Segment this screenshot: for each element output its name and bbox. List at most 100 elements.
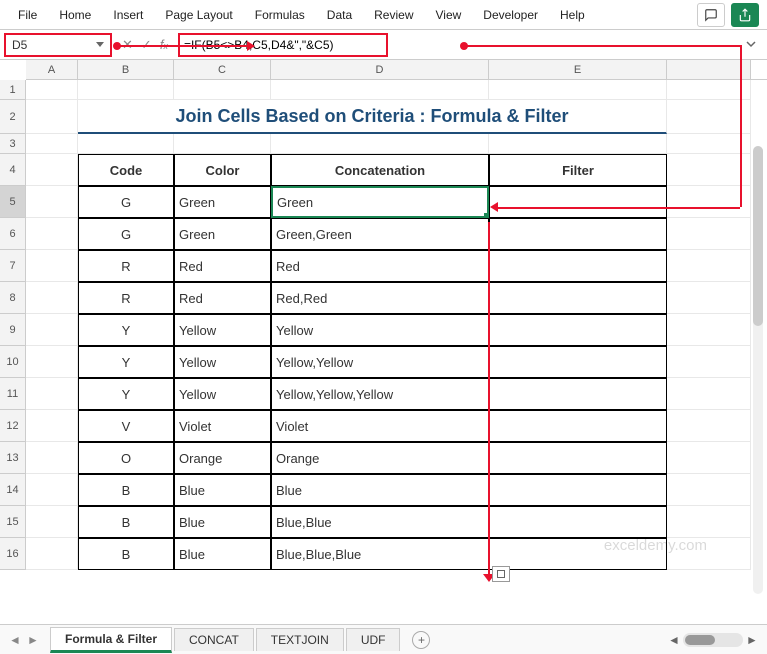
row-header[interactable]: 7 <box>0 250 26 282</box>
cell-filter[interactable] <box>489 314 667 346</box>
row-header[interactable]: 15 <box>0 506 26 538</box>
cell[interactable] <box>667 346 751 378</box>
cell[interactable] <box>667 218 751 250</box>
autofill-options-icon[interactable] <box>492 566 510 582</box>
column-header[interactable]: D <box>271 60 489 79</box>
row-header[interactable]: 16 <box>0 538 26 570</box>
cell-filter[interactable] <box>489 282 667 314</box>
cell[interactable] <box>667 250 751 282</box>
cell-color[interactable]: Yellow <box>174 378 271 410</box>
row-header[interactable]: 2 <box>0 100 26 134</box>
ribbon-tab-page-layout[interactable]: Page Layout <box>155 4 242 26</box>
scroll-left-icon[interactable]: ◄ <box>667 633 681 647</box>
cell[interactable] <box>26 538 78 570</box>
horizontal-scroll[interactable]: ◄ ► <box>667 633 759 647</box>
column-header[interactable]: E <box>489 60 667 79</box>
cell-color[interactable]: Green <box>174 186 271 218</box>
row-header[interactable]: 11 <box>0 378 26 410</box>
cell-concatenation[interactable]: Orange <box>271 442 489 474</box>
cell[interactable] <box>26 282 78 314</box>
cell[interactable] <box>489 134 667 154</box>
cell-concatenation[interactable]: Blue,Blue <box>271 506 489 538</box>
row-header[interactable]: 10 <box>0 346 26 378</box>
row-header[interactable]: 5 <box>0 186 26 218</box>
cell[interactable] <box>26 346 78 378</box>
header-color[interactable]: Color <box>174 154 271 186</box>
cell[interactable] <box>78 134 174 154</box>
cell-color[interactable]: Red <box>174 282 271 314</box>
cell-code[interactable]: B <box>78 538 174 570</box>
cell-code[interactable]: G <box>78 218 174 250</box>
column-header[interactable] <box>667 60 751 79</box>
cell[interactable] <box>26 314 78 346</box>
sheet-tab-textjoin[interactable]: TEXTJOIN <box>256 628 344 651</box>
row-header[interactable]: 13 <box>0 442 26 474</box>
cell[interactable] <box>271 134 489 154</box>
cell-concatenation[interactable]: Yellow <box>271 314 489 346</box>
row-header[interactable]: 4 <box>0 154 26 186</box>
cell-color[interactable]: Violet <box>174 410 271 442</box>
cell-concatenation[interactable]: Green <box>271 186 489 218</box>
cell-color[interactable]: Green <box>174 218 271 250</box>
cell[interactable] <box>26 378 78 410</box>
cell[interactable] <box>26 474 78 506</box>
row-header[interactable]: 14 <box>0 474 26 506</box>
sheet-tab-formula-filter[interactable]: Formula & Filter <box>50 627 172 653</box>
cell-color[interactable]: Blue <box>174 474 271 506</box>
cell-color[interactable]: Blue <box>174 538 271 570</box>
cell-concatenation[interactable]: Blue <box>271 474 489 506</box>
cell-code[interactable]: Y <box>78 378 174 410</box>
cell-filter[interactable] <box>489 250 667 282</box>
formula-expand-icon[interactable] <box>745 37 757 52</box>
cell-filter[interactable] <box>489 474 667 506</box>
cell-code[interactable]: Y <box>78 314 174 346</box>
header-code[interactable]: Code <box>78 154 174 186</box>
cell[interactable] <box>26 134 78 154</box>
cell-concatenation[interactable]: Blue,Blue,Blue <box>271 538 489 570</box>
cell-concatenation[interactable]: Green,Green <box>271 218 489 250</box>
cell-concatenation[interactable]: Yellow,Yellow,Yellow <box>271 378 489 410</box>
cell[interactable] <box>667 282 751 314</box>
cell-filter[interactable] <box>489 442 667 474</box>
scroll-right-icon[interactable]: ► <box>745 633 759 647</box>
cell-color[interactable]: Red <box>174 250 271 282</box>
cell[interactable] <box>667 186 751 218</box>
cell-concatenation[interactable]: Red,Red <box>271 282 489 314</box>
cell-filter[interactable] <box>489 346 667 378</box>
cell[interactable] <box>26 218 78 250</box>
ribbon-tab-insert[interactable]: Insert <box>103 4 153 26</box>
comments-button[interactable] <box>697 3 725 27</box>
cell[interactable] <box>667 474 751 506</box>
cell[interactable] <box>26 442 78 474</box>
cell-code[interactable]: V <box>78 410 174 442</box>
row-header[interactable]: 9 <box>0 314 26 346</box>
vertical-scrollbar[interactable] <box>751 146 765 594</box>
add-sheet-button[interactable]: + <box>412 631 430 649</box>
header-filter[interactable]: Filter <box>489 154 667 186</box>
cell-color[interactable]: Blue <box>174 506 271 538</box>
cell[interactable] <box>26 250 78 282</box>
column-header[interactable]: A <box>26 60 78 79</box>
cell[interactable] <box>667 314 751 346</box>
ribbon-tab-file[interactable]: File <box>8 4 47 26</box>
cell[interactable] <box>78 80 174 100</box>
cell-code[interactable]: B <box>78 506 174 538</box>
cell[interactable] <box>26 100 78 134</box>
cell-color[interactable]: Yellow <box>174 346 271 378</box>
sheet-tab-udf[interactable]: UDF <box>346 628 401 651</box>
cell-concatenation[interactable]: Yellow,Yellow <box>271 346 489 378</box>
cell[interactable] <box>667 506 751 538</box>
cell[interactable] <box>26 506 78 538</box>
cell-filter[interactable] <box>489 506 667 538</box>
cell-code[interactable]: Y <box>78 346 174 378</box>
cell[interactable] <box>26 186 78 218</box>
ribbon-tab-formulas[interactable]: Formulas <box>245 4 315 26</box>
column-header[interactable]: C <box>174 60 271 79</box>
ribbon-tab-data[interactable]: Data <box>317 4 362 26</box>
ribbon-tab-home[interactable]: Home <box>49 4 101 26</box>
cell-color[interactable]: Yellow <box>174 314 271 346</box>
header-concatenation[interactable]: Concatenation <box>271 154 489 186</box>
cell[interactable] <box>26 410 78 442</box>
share-button[interactable] <box>731 3 759 27</box>
cell[interactable] <box>667 154 751 186</box>
